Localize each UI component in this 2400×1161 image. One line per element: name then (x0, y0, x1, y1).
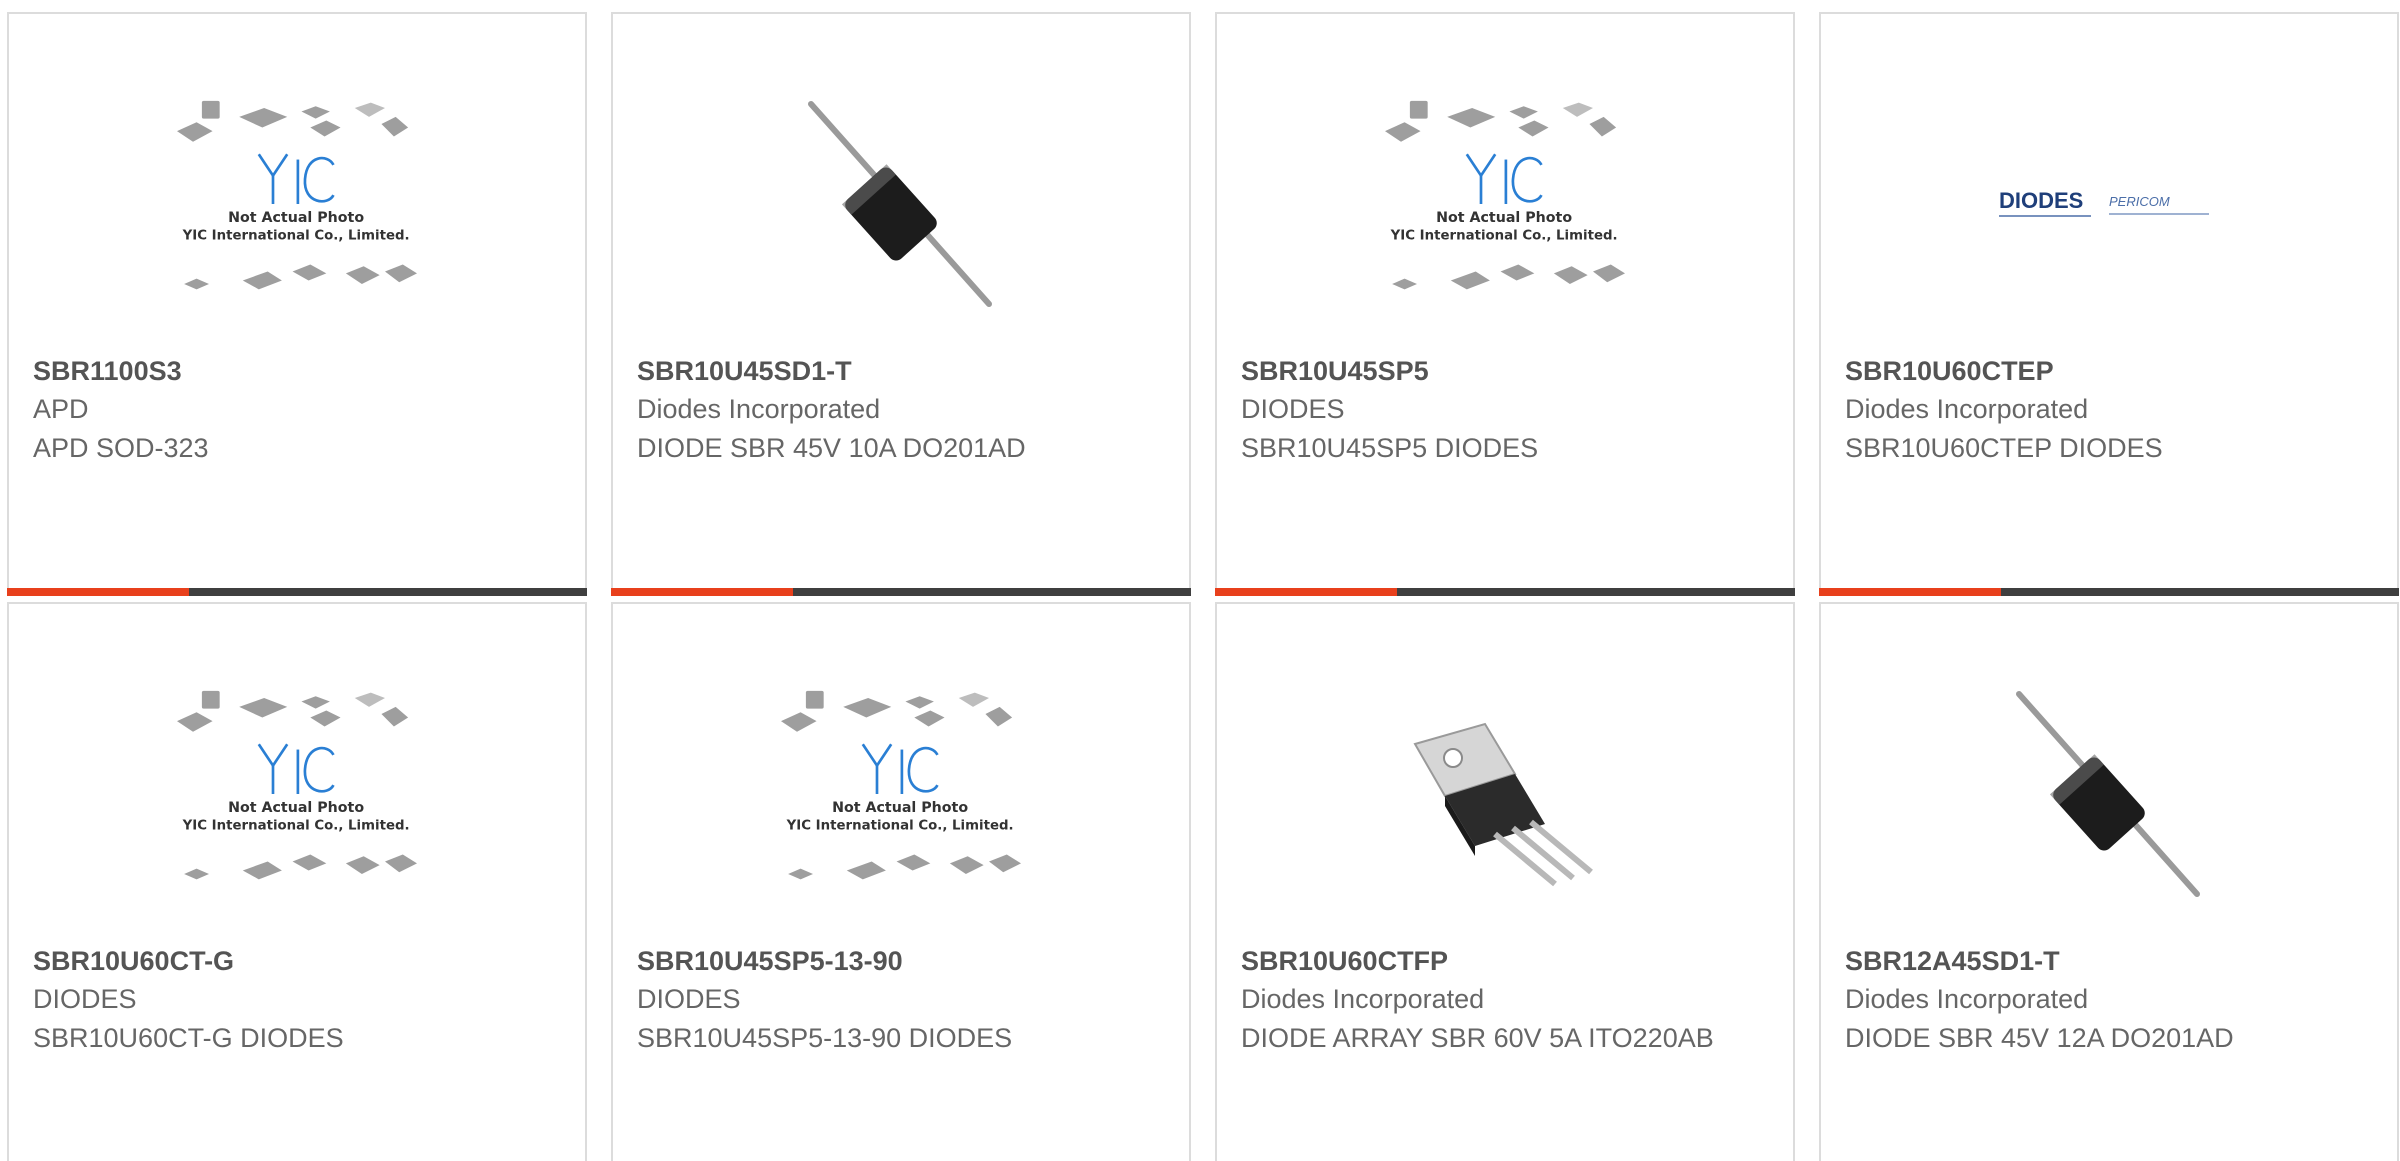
product-image-placeholder[interactable]: Not Actual Photo YIC International Co., … (1385, 84, 1625, 324)
product-card[interactable]: SBR10U60CTFP Diodes Incorporated DIODE A… (1215, 602, 1795, 1161)
manufacturer: DIODES (637, 984, 741, 1014)
product-image-placeholder[interactable]: Not Actual Photo YIC International Co., … (177, 84, 417, 324)
product-image-axial-diode[interactable] (1989, 674, 2229, 914)
manufacturer: DIODES (33, 984, 137, 1014)
svg-text:PERICOM: PERICOM (2109, 194, 2170, 209)
description: SBR10U45SP5-13-90 DIODES (637, 1023, 1013, 1053)
yic-placeholder-icon: Not Actual Photo YIC International Co., … (1385, 100, 1625, 290)
description: SBR10U60CTEP DIODES (1845, 433, 2163, 463)
card-accent (611, 588, 793, 596)
description: SBR10U60CT-G DIODES (33, 1023, 344, 1053)
product-card[interactable]: Not Actual Photo YIC International Co., … (7, 12, 587, 596)
product-grid: Not Actual Photo YIC International Co., … (0, 0, 2400, 1161)
product-image-axial-diode[interactable] (781, 84, 1021, 324)
axial-diode-icon (808, 101, 992, 307)
product-card[interactable]: DIODES PERICOM SBR10U60CTEP Diodes Incor… (1819, 12, 2399, 596)
description: APD SOD-323 (33, 433, 209, 463)
svg-text:Not Actual Photo: Not Actual Photo (832, 800, 968, 816)
product-image-logo[interactable]: DIODES PERICOM (1989, 84, 2229, 324)
manufacturer: APD (33, 394, 89, 424)
part-number[interactable]: SBR12A45SD1-T (1845, 946, 2060, 977)
product-card[interactable]: SBR12A45SD1-T Diodes Incorporated DIODE … (1819, 602, 2399, 1161)
product-image-to220[interactable] (1385, 674, 1625, 914)
manufacturer: Diodes Incorporated (1241, 984, 1485, 1014)
part-number[interactable]: SBR10U60CTEP (1845, 356, 2054, 387)
manufacturer: Diodes Incorporated (1845, 984, 2089, 1014)
manufacturer: DIODES (1241, 394, 1345, 424)
card-bottom-bar (7, 588, 587, 596)
manufacturer: Diodes Incorporated (637, 394, 881, 424)
product-card[interactable]: Not Actual Photo YIC International Co., … (611, 602, 1191, 1161)
part-number[interactable]: SBR10U45SD1-T (637, 356, 852, 387)
svg-text:Not Actual Photo: Not Actual Photo (228, 210, 364, 226)
card-bottom-bar (611, 588, 1191, 596)
product-card[interactable]: Not Actual Photo YIC International Co., … (7, 602, 587, 1161)
yic-placeholder-icon: Not Actual Photo YIC International Co., … (177, 100, 417, 290)
description: DIODE SBR 45V 12A DO201AD (1845, 1023, 2234, 1053)
svg-text:Not Actual Photo: Not Actual Photo (228, 800, 364, 816)
card-accent (7, 588, 189, 596)
svg-text:YIC International Co., Limited: YIC International Co., Limited. (786, 819, 1014, 834)
card-bottom-bar (1819, 588, 2399, 596)
part-number[interactable]: SBR1100S3 (33, 356, 182, 387)
description: DIODE ARRAY SBR 60V 5A ITO220AB (1241, 1023, 1714, 1053)
manufacturer: Diodes Incorporated (1845, 394, 2089, 424)
svg-text:YIC International Co., Limited: YIC International Co., Limited. (1390, 229, 1618, 244)
description: DIODE SBR 45V 10A DO201AD (637, 433, 1026, 463)
product-card[interactable]: Not Actual Photo YIC International Co., … (1215, 12, 1795, 596)
diodes-pericom-logo-icon: DIODES PERICOM (1999, 188, 2209, 217)
to220-package-icon (1413, 722, 1593, 887)
yic-placeholder-icon: Not Actual Photo YIC International Co., … (177, 690, 417, 880)
part-number[interactable]: SBR10U60CT-G (33, 946, 234, 977)
axial-diode-icon (2016, 691, 2200, 897)
product-image-placeholder[interactable]: Not Actual Photo YIC International Co., … (781, 674, 1021, 914)
svg-text:Not Actual Photo: Not Actual Photo (1436, 210, 1572, 226)
description: SBR10U45SP5 DIODES (1241, 433, 1539, 463)
card-accent (1819, 588, 2001, 596)
card-bottom-bar (1215, 588, 1795, 596)
yic-placeholder-icon: Not Actual Photo YIC International Co., … (781, 690, 1021, 880)
product-card[interactable]: SBR10U45SD1-T Diodes Incorporated DIODE … (611, 12, 1191, 596)
svg-text:YIC International Co., Limited: YIC International Co., Limited. (182, 819, 410, 834)
part-number[interactable]: SBR10U45SP5-13-90 (637, 946, 903, 977)
svg-text:YIC International Co., Limited: YIC International Co., Limited. (182, 229, 410, 244)
product-image-placeholder[interactable]: Not Actual Photo YIC International Co., … (177, 674, 417, 914)
svg-text:DIODES: DIODES (1999, 188, 2083, 213)
part-number[interactable]: SBR10U60CTFP (1241, 946, 1448, 977)
card-accent (1215, 588, 1397, 596)
part-number[interactable]: SBR10U45SP5 (1241, 356, 1429, 387)
